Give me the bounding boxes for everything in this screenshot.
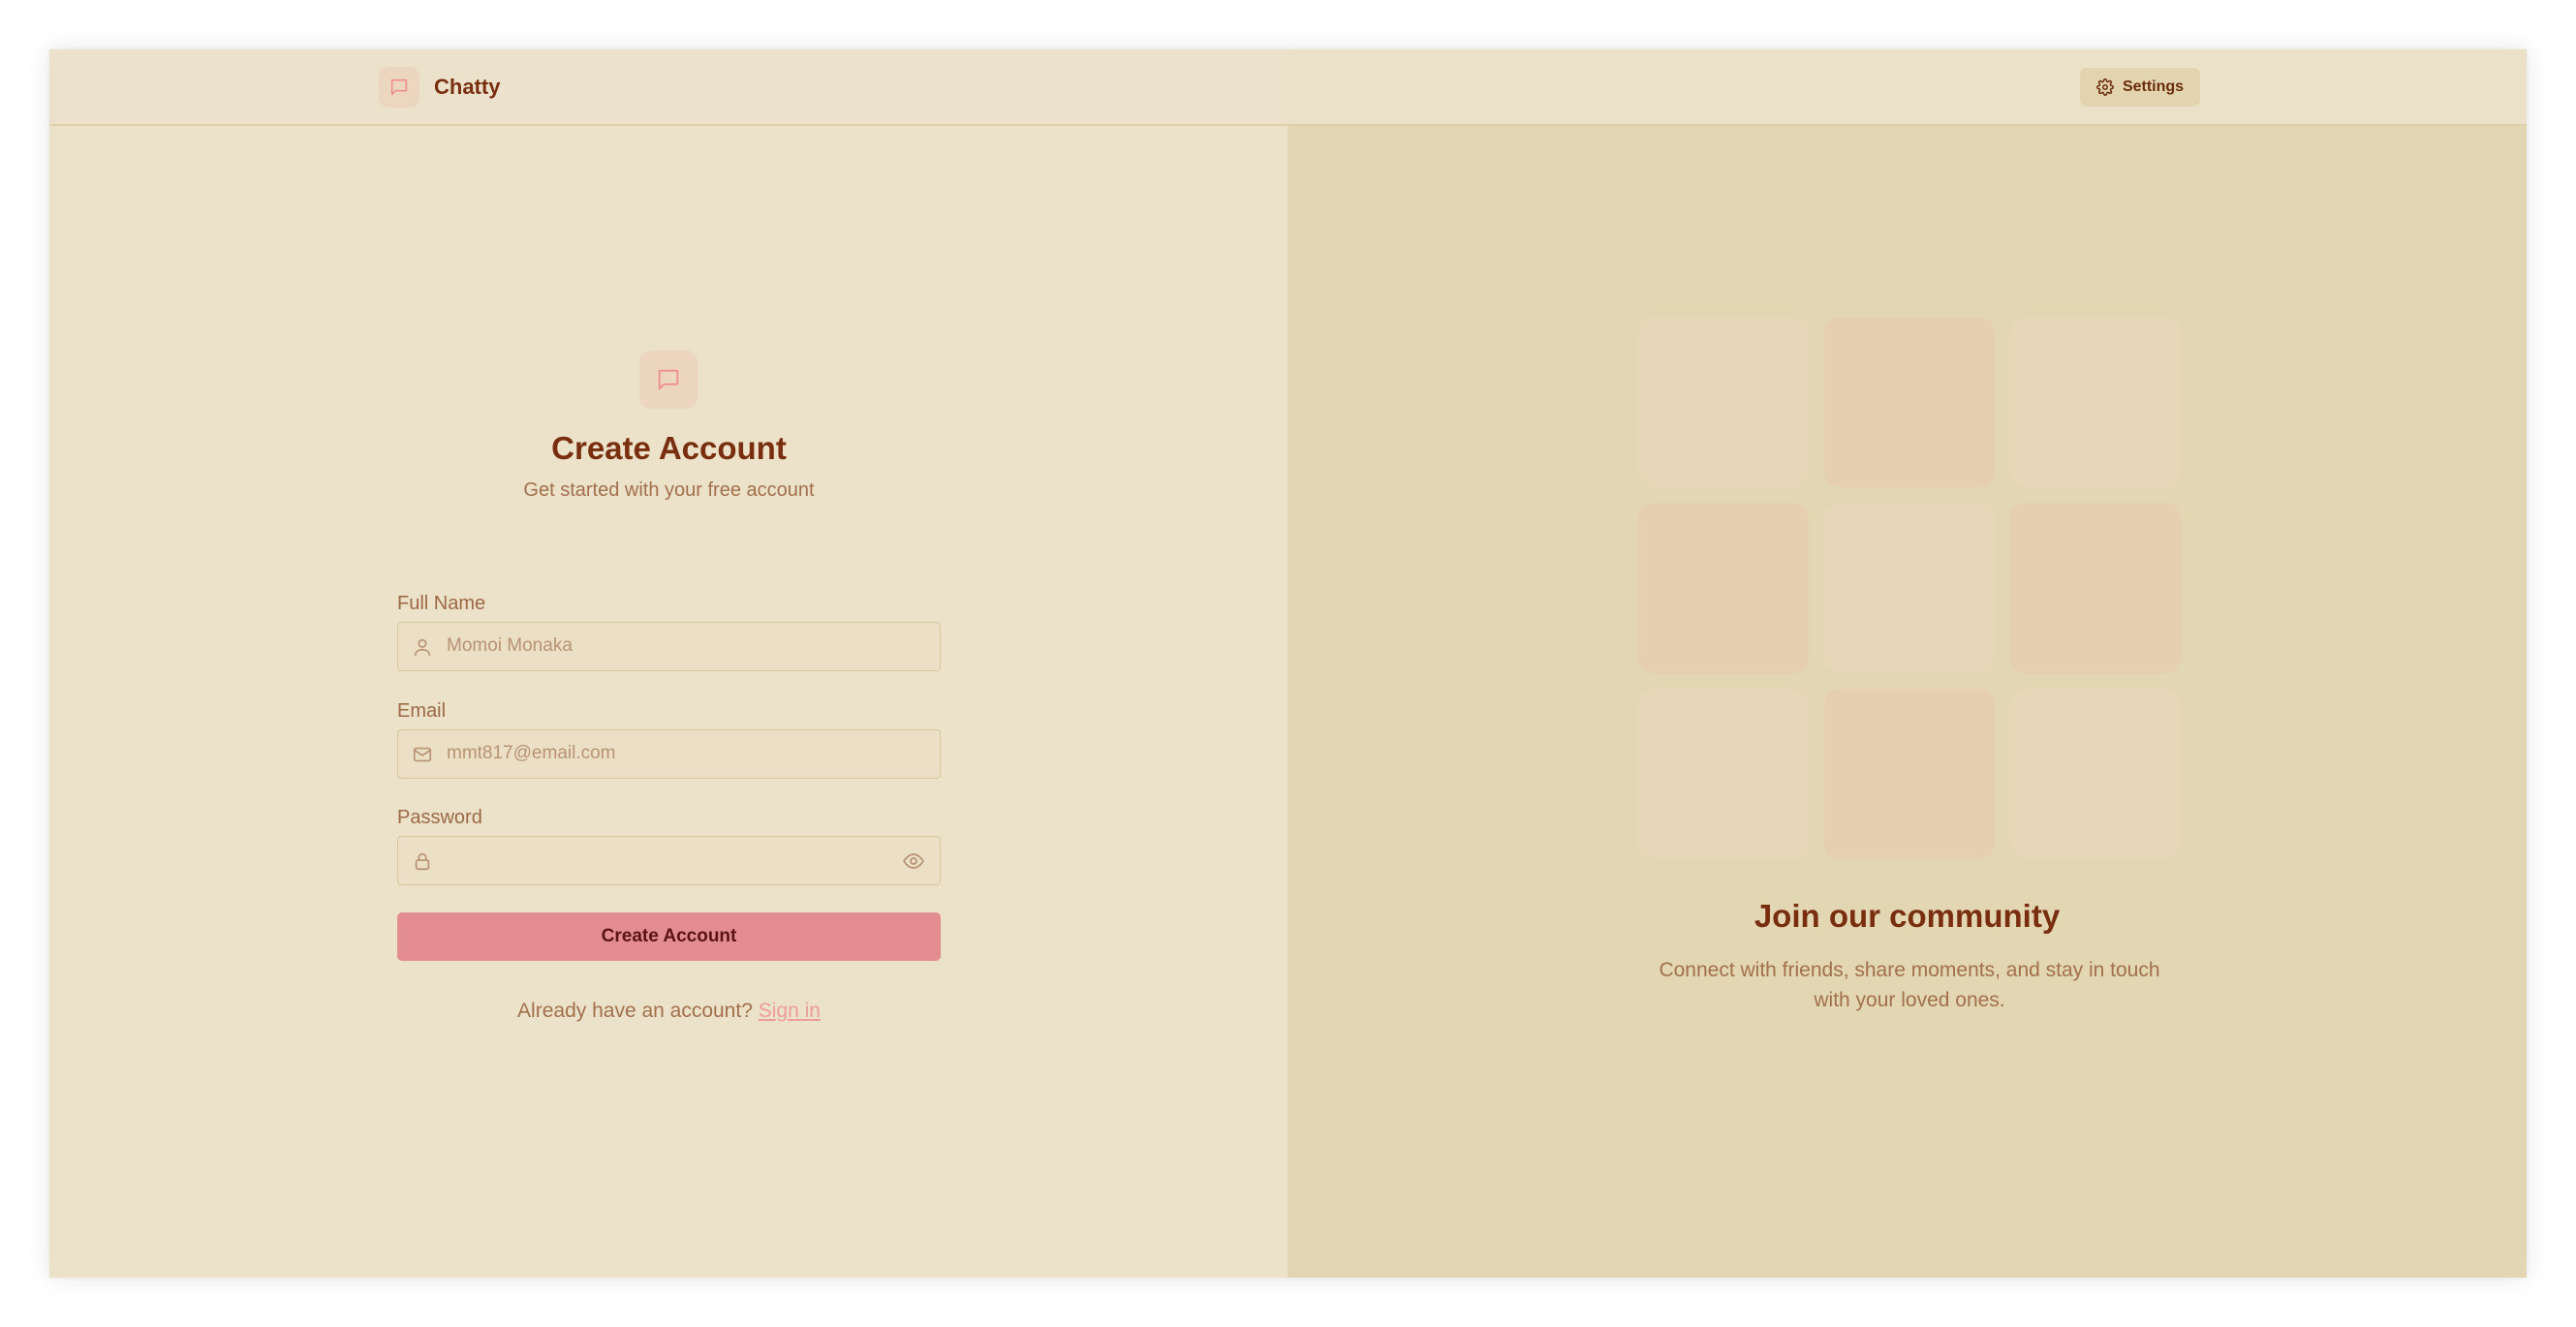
password-input[interactable] [447,837,873,883]
lock-icon [412,850,433,872]
full-name-input[interactable] [447,623,873,669]
create-account-button[interactable]: Create Account [397,912,941,961]
decorative-tile-grid [1638,317,2181,859]
chat-bubble-icon [379,67,419,108]
decorative-tile [1824,503,1995,673]
brand-name: Chatty [434,75,501,99]
full-name-label: Full Name [397,593,486,614]
settings-label: Settings [2122,78,2185,95]
gear-icon [2096,78,2114,96]
signin-prompt: Already have an account? Sign in [397,1000,941,1023]
settings-button[interactable]: Settings [2080,68,2200,107]
password-field[interactable] [397,836,941,885]
decorative-tile [2010,689,2181,859]
decorative-tile [2010,317,2181,487]
page-title: Create Account [551,430,787,466]
community-description: Connect with friends, share moments, and… [1659,959,2160,1011]
user-icon [412,636,433,658]
brand-home-link[interactable]: Chatty [379,67,500,108]
password-label: Password [397,807,482,828]
decorative-tile [1638,503,1809,673]
signin-link[interactable]: Sign in [759,1000,821,1022]
navbar: Chatty Settings [49,49,2527,126]
full-name-field[interactable] [397,622,941,671]
email-field[interactable] [397,729,941,779]
signin-prompt-text: Already have an account? [517,1000,753,1022]
mail-icon [412,744,433,765]
community-title: Join our community [1754,898,2061,934]
decorative-tile [1638,317,1809,487]
decorative-tile [1638,689,1809,859]
app-window: Chatty Settings Create Account Get start… [49,49,2527,1278]
decorative-tile [1824,317,1995,487]
email-input[interactable] [447,730,873,777]
eye-icon[interactable] [901,849,926,873]
decorative-tile [1824,689,1995,859]
chat-bubble-icon [639,351,698,409]
page-subtitle: Get started with your free account [523,479,815,501]
decorative-tile [2010,503,2181,673]
email-label: Email [397,700,447,722]
